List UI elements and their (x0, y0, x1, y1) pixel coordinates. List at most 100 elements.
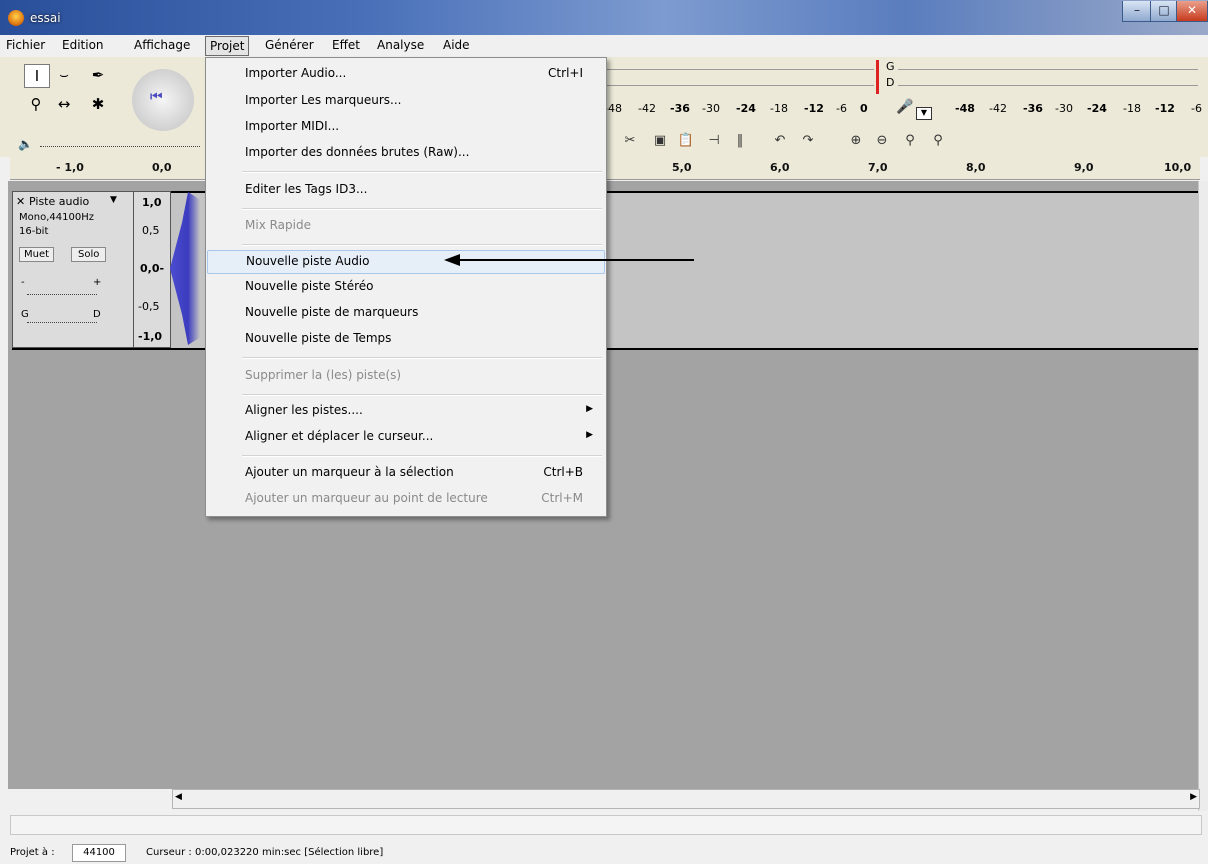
menu-aide[interactable]: Aide (441, 38, 472, 52)
project-rate-select[interactable]: 44100 (72, 844, 126, 862)
chevron-down-icon[interactable]: ▼ (916, 107, 932, 120)
ruler-tick: 7,0 (868, 161, 888, 174)
scroll-right-icon[interactable]: ▶ (1190, 792, 1197, 802)
projet-menu: Importer Audio... Ctrl+I Importer Les mar… (205, 57, 607, 517)
ruler-tick: - 1,0 (56, 161, 84, 174)
minimize-button[interactable]: – (1122, 1, 1152, 22)
menu-edition[interactable]: Edition (60, 38, 106, 52)
ruler-tick: 10,0 (1164, 161, 1192, 174)
solo-button[interactable]: Solo (71, 247, 107, 262)
window-title: essai (30, 11, 61, 25)
playback-meter (604, 61, 874, 91)
menuitem-importer-midi[interactable]: Importer MIDI... (207, 116, 603, 138)
menu-separator (242, 171, 602, 173)
selection-tool-icon[interactable]: I (24, 64, 50, 88)
menuitem-importer-audio[interactable]: Importer Audio... Ctrl+I (207, 63, 603, 85)
menuitem-supprimer-pistes: Supprimer la (les) piste(s) (245, 368, 402, 382)
track-close-icon[interactable]: ✕ (16, 195, 25, 208)
menuitem-nouvelle-piste-stereo[interactable]: Nouvelle piste Stéréo (207, 276, 603, 298)
channel-d-label: D (886, 76, 895, 89)
redo-icon[interactable]: ↷ (798, 131, 818, 151)
pan-right-label: D (93, 309, 101, 320)
pan-slider[interactable] (27, 322, 97, 323)
menuitem-importer-marqueurs[interactable]: Importer Les marqueurs... (207, 90, 603, 112)
close-button[interactable]: ✕ (1176, 1, 1208, 22)
menuitem-editer-tags[interactable]: Editer les Tags ID3... (207, 179, 603, 201)
fit-selection-icon[interactable]: ⚲ (900, 131, 920, 151)
track-name-menu[interactable]: Piste audio (29, 195, 89, 208)
record-meter-scale: -48 -42 -36 -30 -24 -18 -12 -6 (955, 102, 1202, 115)
zoom-out-icon[interactable]: ⊖ (872, 131, 892, 151)
submenu-arrow-icon: ▶ (586, 404, 593, 414)
draw-tool-icon[interactable]: ✒ (86, 64, 110, 86)
trim-icon[interactable]: ✂ (620, 131, 640, 151)
menu-analyse[interactable]: Analyse (375, 38, 426, 52)
submenu-arrow-icon: ▶ (586, 430, 593, 440)
split-icon[interactable]: ‖ (730, 131, 750, 151)
menuitem-aligner-deplacer[interactable]: Aligner et déplacer le curseur... ▶ (207, 426, 603, 448)
copy-icon[interactable]: ▣ (650, 131, 670, 151)
multi-tool-icon[interactable]: ✱ (86, 93, 110, 115)
selection-bar (10, 815, 1202, 835)
menuitem-marqueur-selection[interactable]: Ajouter un marqueur à la sélection Ctrl+B (207, 462, 603, 484)
maximize-button[interactable]: □ (1150, 1, 1178, 22)
zoom-in-icon[interactable]: ⊕ (846, 131, 866, 151)
amplitude-scale: 1,0 0,5 0,0- -0,5 -1,0 (133, 191, 171, 348)
skip-start-icon: ⏮ (150, 89, 163, 105)
status-bar: Projet à : 44100 Curseur : 0:00,023220 m… (0, 811, 1208, 864)
record-meter (898, 61, 1198, 91)
rate-label: Projet à : (10, 847, 55, 858)
ruler-tick: 5,0 (672, 161, 692, 174)
menuitem-nouvelle-piste-temps[interactable]: Nouvelle piste de Temps (207, 328, 603, 350)
track-bitdepth: 16-bit (19, 226, 49, 237)
menu-bar: Fichier Edition Affichage Projet Générer… (0, 35, 1208, 57)
track-format: Mono,44100Hz (19, 212, 94, 223)
silence-icon[interactable]: ⊣ (704, 131, 724, 151)
microphone-icon[interactable]: 🎤 (896, 99, 913, 115)
mute-button[interactable]: Muet (19, 247, 55, 262)
menu-separator (242, 244, 602, 246)
gain-slider[interactable] (27, 294, 97, 295)
fit-project-icon[interactable]: ⚲ (928, 131, 948, 151)
pan-left-label: G (21, 309, 29, 320)
channel-g-label: G (886, 60, 895, 73)
ruler-tick: 9,0 (1074, 161, 1094, 174)
menu-projet[interactable]: Projet (205, 36, 250, 56)
ruler-tick: 0,0 (152, 161, 172, 174)
envelope-tool-icon[interactable]: ⌣ (52, 64, 76, 86)
clip-indicator (876, 60, 879, 94)
menu-affichage[interactable]: Affichage (132, 38, 192, 52)
menu-separator (242, 455, 602, 457)
scroll-left-icon[interactable]: ◀ (175, 792, 182, 802)
menu-fichier[interactable]: Fichier (4, 38, 47, 52)
timeshift-tool-icon[interactable]: ↔ (52, 93, 76, 115)
annotation-arrow-icon (444, 254, 694, 266)
menuitem-importer-raw[interactable]: Importer des données brutes (Raw)... (207, 142, 603, 164)
paste-icon[interactable]: 📋 (676, 131, 696, 151)
title-bar: essai – □ ✕ (0, 0, 1208, 35)
menu-generer[interactable]: Générer (263, 38, 316, 52)
menu-separator (242, 357, 602, 359)
zoom-tool-icon[interactable]: ⚲ (24, 93, 48, 115)
menuitem-mix-rapide: Mix Rapide (245, 218, 311, 232)
menu-effet[interactable]: Effet (330, 38, 362, 52)
chevron-down-icon[interactable]: ▼ (110, 195, 117, 205)
undo-icon[interactable]: ↶ (770, 131, 790, 151)
menuitem-marqueur-lecture: Ajouter un marqueur au point de lecture C… (245, 491, 583, 505)
menuitem-nouvelle-piste-marqueurs[interactable]: Nouvelle piste de marqueurs (207, 302, 603, 324)
speaker-icon: 🔈 (18, 137, 33, 151)
vertical-scrollbar[interactable] (1198, 181, 1208, 811)
menu-separator (242, 208, 602, 210)
output-volume-slider[interactable] (40, 145, 200, 147)
horizontal-scrollbar[interactable]: ◀ ▶ (172, 789, 1200, 809)
skip-to-start-button[interactable]: ⏮ (132, 69, 194, 131)
gain-plus-label: + (93, 277, 102, 288)
ruler-tick: 6,0 (770, 161, 790, 174)
gain-minus-label: - (21, 277, 25, 288)
menu-separator (242, 394, 602, 396)
playback-meter-scale: -48 -42 -36 -30 -24 -18 -12 -6 0 (604, 102, 868, 115)
track-control-panel: ✕ Piste audio ▼ Mono,44100Hz 16-bit Muet… (12, 191, 134, 348)
menuitem-aligner-pistes[interactable]: Aligner les pistes.... ▶ (207, 400, 603, 422)
audacity-app-icon (8, 10, 24, 26)
ruler-tick: 8,0 (966, 161, 986, 174)
